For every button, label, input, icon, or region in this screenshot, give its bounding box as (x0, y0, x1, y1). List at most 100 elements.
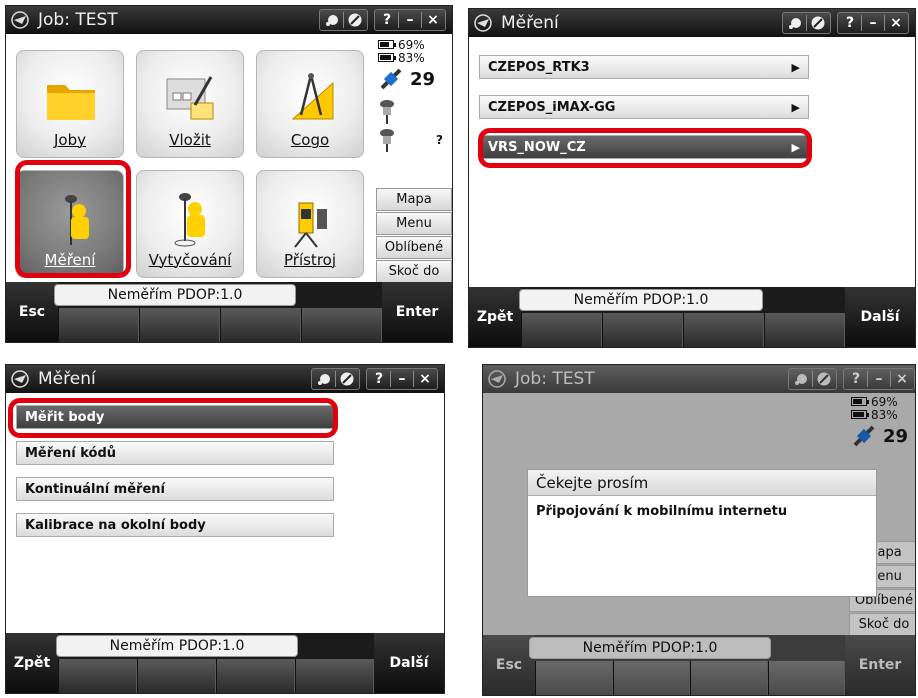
app-logo-icon[interactable] (6, 6, 34, 34)
next-button[interactable]: Další (374, 633, 444, 693)
title-bar: Job: TEST ? – × (6, 6, 452, 34)
softkey[interactable] (683, 313, 764, 347)
battery-icon (851, 397, 869, 406)
minimize-button[interactable]: – (392, 369, 412, 389)
window-title: Měření (501, 13, 559, 33)
list-item-czepos-rtk3[interactable]: CZEPOS_RTK3 ▶ (479, 55, 809, 79)
bottom-bar: Esc Neměřím PDOP:1.0 Enter (483, 635, 915, 695)
list-item-kontinualni-mereni[interactable]: Kontinuální měření (16, 477, 334, 501)
list-item-label: VRS_NOW_CZ (488, 139, 586, 155)
softkey[interactable] (139, 308, 220, 342)
window-controls: ? – × (843, 368, 915, 390)
minimize-button[interactable]: – (863, 13, 883, 33)
keyboard-pen-icon (161, 69, 221, 129)
battery-icon (378, 53, 396, 62)
softkey[interactable] (220, 308, 301, 342)
softkey[interactable] (602, 313, 683, 347)
softkey[interactable] (767, 661, 845, 695)
close-button[interactable]: × (423, 10, 443, 30)
jump-to-button[interactable]: Skoč do (376, 260, 452, 283)
compass-triangle-icon (281, 69, 341, 129)
battery-1-value: 69% (398, 37, 425, 52)
next-button[interactable]: Další (845, 287, 915, 347)
window-title: Job: TEST (38, 10, 118, 30)
bottom-bar: Zpět Neměřím PDOP:1.0 Další (469, 287, 915, 347)
list-item-mereni-kodu[interactable]: Měření kódů (16, 441, 334, 465)
gnss-icon[interactable] (322, 10, 342, 30)
no-connection-icon[interactable] (814, 369, 834, 389)
no-connection-icon[interactable] (345, 10, 365, 30)
status-line: Neměřím PDOP:1.0 (56, 635, 298, 657)
gnss-icon[interactable] (785, 13, 805, 33)
list-item-czepos-imax[interactable]: CZEPOS_iMAX-GG ▶ (479, 95, 809, 119)
no-connection-icon[interactable] (337, 369, 357, 389)
battery-2: 83% (851, 408, 898, 422)
close-button[interactable]: × (415, 369, 435, 389)
tile-joby[interactable]: Joby (16, 50, 124, 158)
satellite-status[interactable]: 29 (378, 66, 435, 92)
screen-mereni-styles: Měření ? – × CZEPOS_RTK3 ▶ CZEPOS_iMAX-GG… (468, 8, 916, 348)
softkey[interactable] (690, 661, 768, 695)
back-button[interactable]: Zpět (6, 633, 58, 693)
wait-dialog: Čekejte prosím Připojování k mobilnímu i… (527, 469, 877, 597)
minimize-button[interactable]: – (400, 10, 420, 30)
jump-to-button[interactable]: Skoč do (849, 613, 915, 636)
enter-button[interactable]: Enter (382, 282, 452, 342)
close-button[interactable]: × (892, 369, 912, 389)
softkey[interactable] (521, 313, 602, 347)
close-button[interactable]: × (886, 13, 906, 33)
tile-pristroj[interactable]: Přístroj (256, 170, 364, 278)
softkey[interactable] (137, 659, 216, 693)
tile-mereni[interactable]: Měření (16, 170, 124, 278)
gnss-icon[interactable] (791, 369, 811, 389)
softkey[interactable] (58, 659, 137, 693)
esc-button[interactable]: Esc (483, 635, 535, 695)
app-logo-icon[interactable] (483, 365, 511, 393)
satellite-status[interactable]: 29 (851, 423, 908, 449)
list-item-merit-body[interactable]: Měřit body (16, 405, 334, 429)
help-button[interactable]: ? (840, 13, 860, 33)
title-bar: Měření ? – × (6, 365, 444, 393)
battery-2-value: 83% (398, 50, 425, 65)
no-connection-icon[interactable] (808, 13, 828, 33)
softkey[interactable] (301, 308, 382, 342)
softkey[interactable] (216, 659, 295, 693)
list-item-label: Kalibrace na okolní body (25, 517, 206, 533)
softkey[interactable] (58, 308, 139, 342)
softkey[interactable] (612, 661, 690, 695)
softkeys (535, 661, 845, 695)
window-title: Měření (38, 369, 96, 389)
status-icons[interactable] (788, 368, 837, 390)
status-icons[interactable] (782, 12, 831, 34)
minimize-button[interactable]: – (869, 369, 889, 389)
status-icons[interactable] (319, 9, 368, 31)
esc-button[interactable]: Esc (6, 282, 58, 342)
status-panel: 69% 83% 29 ? (378, 38, 443, 152)
battery-1-value: 69% (871, 394, 898, 409)
gnss-icon[interactable] (314, 369, 334, 389)
map-button[interactable]: Mapa (376, 188, 452, 211)
softkey[interactable] (295, 659, 374, 693)
status-icons[interactable] (311, 368, 360, 390)
list-item-vrs-now-cz[interactable]: VRS_NOW_CZ ▶ (479, 135, 809, 159)
tile-vlozit[interactable]: Vložit (136, 50, 244, 158)
favorites-button[interactable]: Oblíbené (376, 236, 452, 259)
tile-label: Cogo (290, 131, 330, 149)
list-item-label: CZEPOS_RTK3 (488, 59, 590, 75)
app-logo-icon[interactable] (6, 365, 34, 393)
back-button[interactable]: Zpět (469, 287, 521, 347)
screen-job-main: Job: TEST ? – × Joby Vložit Cogo Měření … (5, 5, 453, 343)
app-logo-icon[interactable] (469, 9, 497, 37)
help-button[interactable]: ? (369, 369, 389, 389)
window-title: Job: TEST (515, 369, 595, 389)
receiver-status: ? (436, 133, 443, 147)
tile-vytycovani[interactable]: Vytyčování (136, 170, 244, 278)
list-item-kalibrace[interactable]: Kalibrace na okolní body (16, 513, 334, 537)
help-button[interactable]: ? (846, 369, 866, 389)
softkey[interactable] (764, 313, 845, 347)
menu-button[interactable]: Menu (376, 212, 452, 235)
tile-cogo[interactable]: Cogo (256, 50, 364, 158)
help-button[interactable]: ? (377, 10, 397, 30)
softkey[interactable] (535, 661, 613, 695)
enter-button[interactable]: Enter (845, 635, 915, 695)
